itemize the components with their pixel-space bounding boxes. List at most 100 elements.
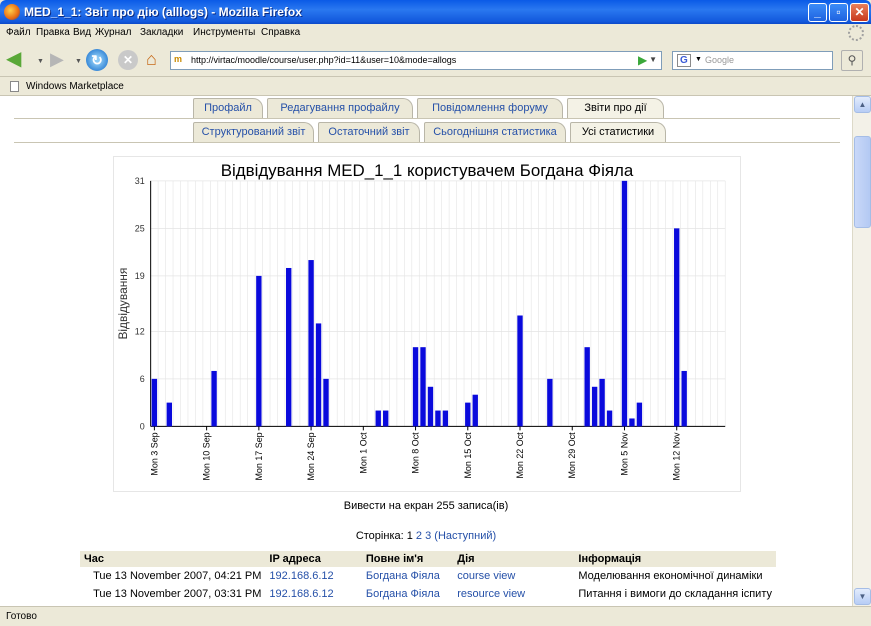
pagination: Сторінка: 1 2 3 (Наступний) — [0, 530, 852, 542]
minimize-button[interactable]: _ — [808, 3, 827, 22]
cell-fullname-link[interactable]: Богдана Фіяла — [362, 585, 453, 603]
x-tick-label: Mon 29 Oct — [567, 432, 577, 479]
search-box[interactable]: G ▼ Google — [672, 51, 833, 70]
y-tick-label: 19 — [135, 271, 145, 281]
home-icon[interactable]: ⌂ — [146, 49, 168, 71]
forward-history-dropdown[interactable]: ▼ — [75, 58, 82, 65]
forward-button[interactable]: ▶ — [50, 49, 74, 71]
chart-bar — [166, 402, 172, 427]
search-engine-dropdown-icon[interactable]: ▼ — [695, 56, 702, 63]
pager-current-page: 1 — [406, 530, 413, 542]
window-title-bar[interactable]: MED_1_1: Звіт про дію (alllogs) - Mozill… — [0, 0, 871, 24]
menu-file[interactable]: Файл — [6, 27, 31, 38]
col-fullname: Повне ім'я — [361, 551, 454, 567]
chart-bar — [621, 180, 628, 427]
tab-label[interactable]: Повідомлення форуму — [432, 102, 548, 114]
chart-bar — [636, 402, 643, 427]
tab-profile[interactable]: Профайл — [193, 98, 263, 118]
scroll-down-button[interactable]: ▼ — [854, 588, 871, 605]
page-icon — [10, 81, 19, 92]
cell-ip-link[interactable]: 192.168.6.12 — [265, 567, 361, 585]
pager-page-2[interactable]: 2 — [416, 530, 422, 542]
go-button[interactable]: ▶ — [638, 53, 647, 67]
x-tick-label: Mon 15 Oct — [463, 432, 473, 479]
scroll-up-button[interactable]: ▲ — [854, 96, 871, 113]
chart-title: Відвідування MED_1_1 користувачем Богдан… — [221, 161, 634, 180]
x-tick-label: Mon 8 Oct — [411, 432, 421, 474]
throbber-icon — [848, 25, 864, 41]
menu-view[interactable]: Вид — [73, 27, 91, 38]
back-button[interactable]: ◀ — [6, 49, 36, 71]
chart-bar — [442, 410, 449, 427]
status-text: Готово — [6, 611, 37, 622]
col-time: Час — [80, 551, 266, 567]
bookmark-windows-marketplace[interactable]: Windows Marketplace — [26, 81, 124, 92]
chart-bar — [151, 378, 158, 427]
firefox-icon — [4, 4, 20, 20]
back-history-dropdown[interactable]: ▼ — [37, 58, 44, 65]
col-action: Дія — [453, 551, 575, 567]
tab-outline-report[interactable]: Структурований звіт — [193, 122, 314, 142]
menu-help[interactable]: Справка — [261, 27, 300, 38]
tab-label[interactable]: Структурований звіт — [202, 126, 306, 138]
x-tick-label: Mon 1 Oct — [358, 432, 368, 474]
plot-area — [150, 180, 726, 427]
records-count: Вивести на екран 255 записа(ів) — [343, 500, 509, 512]
address-bar[interactable]: m http://virtac/moodle/course/user.php?i… — [170, 51, 662, 70]
chart-bar — [211, 370, 217, 427]
tab-label[interactable]: Редагування профайлу — [280, 102, 399, 114]
google-engine-icon[interactable]: G — [677, 54, 691, 67]
chart-bar — [472, 394, 478, 427]
chart-bar — [375, 410, 381, 427]
maximize-button[interactable]: ▫ — [829, 3, 848, 22]
chart-bar — [256, 275, 262, 427]
tab-all-stats[interactable]: Усі статистики — [570, 122, 666, 142]
tab-complete-report[interactable]: Остаточний звіт — [318, 122, 420, 142]
cell-fullname-link[interactable]: Богдана Фіяла — [362, 567, 453, 585]
tab-forum-posts[interactable]: Повідомлення форуму — [417, 98, 563, 118]
search-button[interactable]: ⚲ — [841, 50, 863, 71]
url-text[interactable]: http://virtac/moodle/course/user.php?id=… — [191, 55, 456, 65]
search-input[interactable]: Google — [705, 55, 734, 65]
close-button[interactable]: ✕ — [850, 3, 869, 22]
menu-edit[interactable]: Правка — [36, 27, 70, 38]
menu-tools[interactable]: Инструменты — [193, 27, 255, 38]
tab-row-divider — [14, 142, 840, 143]
tab-edit-profile[interactable]: Редагування профайлу — [267, 98, 413, 118]
cell-time: Tue 13 November 2007, 04:21 PM — [93, 570, 262, 582]
tab-label[interactable]: Профайл — [204, 102, 252, 114]
menu-bookmarks[interactable]: Закладки — [140, 27, 183, 38]
pager-next[interactable]: (Наступний) — [434, 530, 496, 542]
stop-icon[interactable]: ✕ — [118, 50, 138, 70]
pager-label: Сторінка: — [355, 530, 404, 542]
chart-bar — [420, 347, 426, 427]
chart-bar — [315, 323, 322, 427]
pager-page-3[interactable]: 3 — [425, 530, 431, 542]
chart-bar — [323, 378, 329, 427]
cell-action-link[interactable]: course view — [453, 567, 574, 585]
cell-info: Питання і вимоги до складання іспиту — [578, 588, 772, 600]
vertical-scrollbar[interactable]: ▲ ▼ — [852, 96, 871, 606]
chart-bar — [435, 410, 441, 427]
tab-label[interactable]: Звіти про дії — [584, 102, 646, 114]
tab-label[interactable]: Усі статистики — [582, 126, 654, 138]
cell-action-link[interactable]: resource view — [453, 585, 574, 603]
y-axis-label: Відвідування — [116, 268, 130, 340]
x-tick-label: Mon 5 Nov — [619, 432, 629, 476]
x-tick-label: Mon 17 Sep — [254, 432, 264, 480]
chart-bar — [681, 370, 687, 427]
tab-label[interactable]: Остаточний звіт — [328, 126, 409, 138]
tab-activity-reports[interactable]: Звіти про дії — [567, 98, 664, 118]
menu-bar: Файл Правка Вид Журнал Закладки Инструме… — [0, 24, 871, 43]
url-history-dropdown-icon[interactable]: ▼ — [649, 55, 657, 64]
tab-today-stats[interactable]: Сьогоднішня статистика — [424, 122, 566, 142]
cell-ip-link[interactable]: 192.168.6.12 — [265, 585, 361, 603]
x-tick-label: Mon 3 Sep — [149, 432, 159, 475]
table-header-row: Час IP адреса Повне ім'я Дія Інформація — [80, 551, 776, 567]
bookmarks-toolbar: Windows Marketplace — [0, 78, 871, 96]
menu-history[interactable]: Журнал — [95, 27, 132, 38]
scroll-thumb[interactable] — [854, 136, 871, 228]
reload-icon[interactable]: ↻ — [86, 49, 108, 71]
chart-bar — [465, 402, 471, 427]
tab-label[interactable]: Сьогоднішня статистика — [433, 126, 557, 138]
